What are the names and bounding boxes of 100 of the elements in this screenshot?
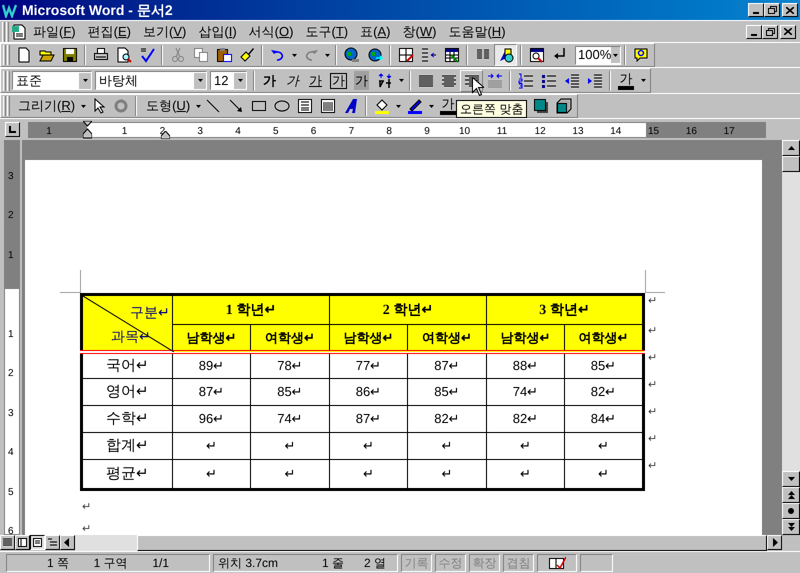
font-color-button[interactable]: 가 <box>614 70 638 92</box>
close-button[interactable] <box>782 3 798 17</box>
question-bubble-icon <box>632 47 648 63</box>
window-magnifier-icon <box>528 47 544 63</box>
right-arrow-icon <box>770 538 779 547</box>
zoom-field[interactable]: 100% <box>575 46 621 64</box>
menu-item[interactable]: 표(A) <box>354 22 396 42</box>
draw-menu-button[interactable]: 그리기(R) <box>12 96 82 116</box>
font-size-field[interactable]: 12 <box>210 71 247 90</box>
table-cell: 국어↵ <box>82 352 172 378</box>
caret-icon <box>292 54 296 56</box>
ruler-number: 1 <box>46 126 52 137</box>
drawing-button[interactable] <box>494 44 517 66</box>
ruler-number: 8 <box>386 126 392 137</box>
scroll-right-button[interactable] <box>767 535 782 550</box>
ruler-number: 17 <box>724 126 735 137</box>
ruler-number: 7 <box>348 126 354 137</box>
globe-arrows-icon <box>366 47 382 63</box>
menu-item[interactable]: 파일(F) <box>27 22 82 42</box>
magnifier-page-icon <box>116 47 132 63</box>
table-cell: 74↵ <box>250 406 330 432</box>
ruler-number: 6 <box>8 526 14 537</box>
bold-button[interactable]: 가 <box>258 70 281 92</box>
left-arrow-icon <box>63 538 72 547</box>
justify-icon <box>486 72 502 88</box>
table-cell: 여학생↵ <box>250 324 330 352</box>
previous-page-button[interactable] <box>782 487 800 503</box>
ruler-number: 1 <box>122 126 128 137</box>
table-cell: 여학생↵ <box>408 324 486 352</box>
table-cell: 88↵ <box>486 352 564 378</box>
table-cell: 86↵ <box>330 378 408 406</box>
dot-icon <box>788 508 794 514</box>
vertical-scrollbar[interactable] <box>782 140 800 535</box>
menu-item[interactable]: 삽입(I) <box>192 22 243 42</box>
text-box-icon <box>296 98 313 114</box>
header-label: 과목↵ <box>111 327 151 346</box>
up-arrow-icon <box>788 146 794 150</box>
minimize-button[interactable] <box>748 3 764 17</box>
menu-item[interactable]: 창(W) <box>396 22 442 42</box>
ruler-number: 3 <box>8 408 14 418</box>
next-page-button[interactable] <box>782 519 800 535</box>
table-cell: 74↵ <box>486 378 564 406</box>
italic-button[interactable]: 가 <box>281 70 304 92</box>
horizontal-ruler[interactable] <box>28 122 766 138</box>
paragraph-mark: ↵ <box>648 295 657 307</box>
table-cell: 87↵ <box>172 378 250 406</box>
ruler-number: 16 <box>686 126 697 137</box>
ruler-number: 4 <box>8 447 14 458</box>
paragraph-mark: ↵ <box>648 352 657 364</box>
ruler-number: 5 <box>8 486 14 498</box>
font-field[interactable]: 바탕체 <box>95 71 207 90</box>
menu-item[interactable]: 서식(O) <box>242 22 300 42</box>
ruler-number: 1 <box>8 328 14 340</box>
ruler-number: 2 <box>8 368 14 379</box>
double-down-arrow-icon <box>788 523 794 531</box>
scissors-icon <box>170 47 186 63</box>
table-cell: ↵ <box>330 432 408 460</box>
online-layout-button[interactable] <box>15 535 30 550</box>
vertical-ruler[interactable]: 3 2 1 1 2 3 4 5 6 <box>4 140 20 535</box>
page-layout-button[interactable] <box>30 535 45 550</box>
paint-bucket-icon <box>374 98 390 114</box>
scroll-left-button[interactable] <box>60 535 75 550</box>
book-check-icon <box>548 556 566 570</box>
autoshapes-menu-button[interactable]: 도형(U) <box>140 96 196 116</box>
scroll-thumb[interactable] <box>782 156 800 172</box>
ruler-number: 13 <box>572 126 584 137</box>
document-icon <box>11 24 27 40</box>
table-cell: 남학생↵ <box>486 324 564 352</box>
scroll-down-button[interactable] <box>782 471 800 487</box>
table-cell: 82↵ <box>408 406 486 432</box>
menu-item[interactable]: 편집(E) <box>82 22 137 42</box>
table-cell: ↵ <box>250 432 330 460</box>
align-center-icon <box>440 72 456 88</box>
table-cell: ↵ <box>408 432 486 460</box>
ruler-number: 10 <box>459 126 470 137</box>
normal-view-button[interactable] <box>0 535 15 550</box>
spreadsheet-icon <box>444 47 460 63</box>
scroll-up-button[interactable] <box>782 140 800 156</box>
clipboard-icon <box>216 47 232 63</box>
menu-item[interactable]: 도구(T) <box>299 22 354 42</box>
ruler-number: 2 <box>8 210 14 221</box>
paragraph-mark: ↵ <box>82 501 91 513</box>
outline-view-button[interactable] <box>45 535 60 550</box>
table-cell: 남학생↵ <box>172 324 250 352</box>
status-panel <box>580 554 613 572</box>
tab-stop-button[interactable] <box>5 122 20 137</box>
browse-object-button[interactable] <box>782 503 800 519</box>
caret-icon <box>396 104 401 108</box>
menu-item[interactable]: 보기(V) <box>137 22 192 42</box>
style-field[interactable]: 표준 <box>12 71 92 90</box>
underline-button[interactable]: 가 <box>304 70 327 92</box>
restore-button[interactable] <box>762 24 778 38</box>
table-cell: 89↵ <box>172 352 250 378</box>
close-button[interactable] <box>780 24 796 38</box>
close-icon <box>786 6 794 14</box>
caret-icon <box>82 79 88 82</box>
restore-button[interactable] <box>764 3 780 17</box>
ruler-number: 15 <box>648 126 660 137</box>
menu-item[interactable]: 도움말(H) <box>442 22 512 42</box>
minimize-button[interactable] <box>746 24 762 38</box>
